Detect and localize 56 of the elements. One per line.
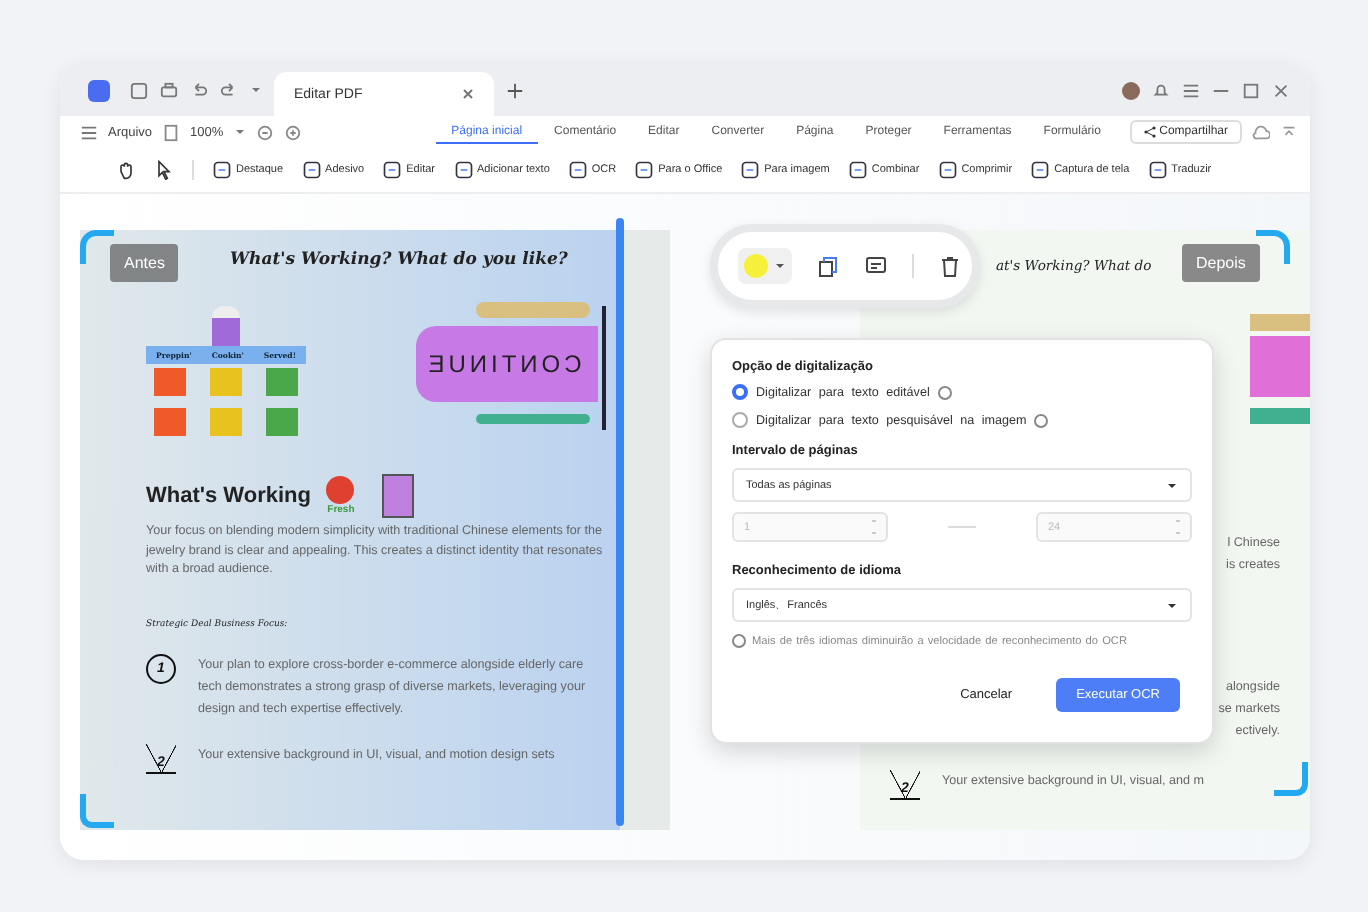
- banner-text: ƎUИITИOƆ: [428, 350, 586, 378]
- trash-icon[interactable]: [938, 254, 962, 278]
- corner-bracket: [1256, 230, 1290, 264]
- sticky-note: [210, 408, 242, 436]
- redo-icon[interactable]: [220, 81, 238, 99]
- caret-icon: [1166, 479, 1178, 491]
- cursor-icon[interactable]: [154, 160, 174, 180]
- hand-icon[interactable]: [116, 160, 136, 180]
- info-icon: [732, 634, 746, 648]
- cloud-icon[interactable]: [1252, 123, 1270, 141]
- compare-slider-handle[interactable]: [616, 218, 624, 826]
- comment-icon[interactable]: [864, 254, 888, 278]
- share-icon: [1143, 126, 1156, 138]
- zoom-in-icon[interactable]: [283, 123, 302, 141]
- corner-bracket: [80, 794, 114, 828]
- sticky-note: [154, 408, 186, 436]
- print-icon[interactable]: [160, 81, 178, 99]
- collapse-icon[interactable]: [1280, 123, 1298, 141]
- app-logo-icon: [88, 79, 110, 101]
- caret-icon: [774, 260, 786, 272]
- corner-bracket: [1274, 762, 1308, 796]
- copy-icon[interactable]: [816, 254, 840, 278]
- wave-shape: [476, 414, 590, 424]
- close-icon[interactable]: [462, 88, 474, 100]
- wave-shape: [476, 302, 590, 318]
- menu-icon[interactable]: [80, 123, 98, 141]
- tomato-icon: [326, 476, 355, 504]
- info-icon[interactable]: [1034, 413, 1049, 427]
- maximize-icon[interactable]: [1242, 81, 1260, 99]
- before-label: Antes: [110, 244, 179, 282]
- caret-icon[interactable]: [250, 84, 262, 96]
- info-icon[interactable]: [937, 385, 952, 399]
- radio-button[interactable]: [732, 384, 748, 400]
- close-icon[interactable]: [1272, 81, 1290, 99]
- caret-icon[interactable]: [233, 126, 246, 138]
- undo-icon[interactable]: [190, 81, 208, 99]
- poster-icon: [382, 474, 415, 518]
- section-heading: What's Working: [146, 484, 311, 508]
- banner-drawing: [1250, 314, 1310, 424]
- sticky-note: [266, 408, 298, 436]
- color-picker-button[interactable]: [738, 248, 792, 284]
- bell-icon[interactable]: [1152, 81, 1170, 99]
- menu-icon[interactable]: [1182, 81, 1200, 99]
- page-icon[interactable]: [162, 123, 181, 141]
- sticky-note: [154, 368, 186, 396]
- radio-button[interactable]: [732, 412, 748, 428]
- sticky-note: [266, 368, 298, 396]
- plus-icon[interactable]: [506, 81, 524, 99]
- sticky-note: [210, 368, 242, 396]
- page-title: What's Working? What do you like?: [230, 250, 570, 270]
- save-icon[interactable]: [130, 81, 148, 99]
- after-label: Depois: [1182, 244, 1260, 282]
- corner-bracket: [80, 230, 114, 264]
- avatar[interactable]: [1122, 81, 1140, 99]
- caret-icon: [1166, 599, 1178, 611]
- zoom-out-icon[interactable]: [255, 123, 274, 141]
